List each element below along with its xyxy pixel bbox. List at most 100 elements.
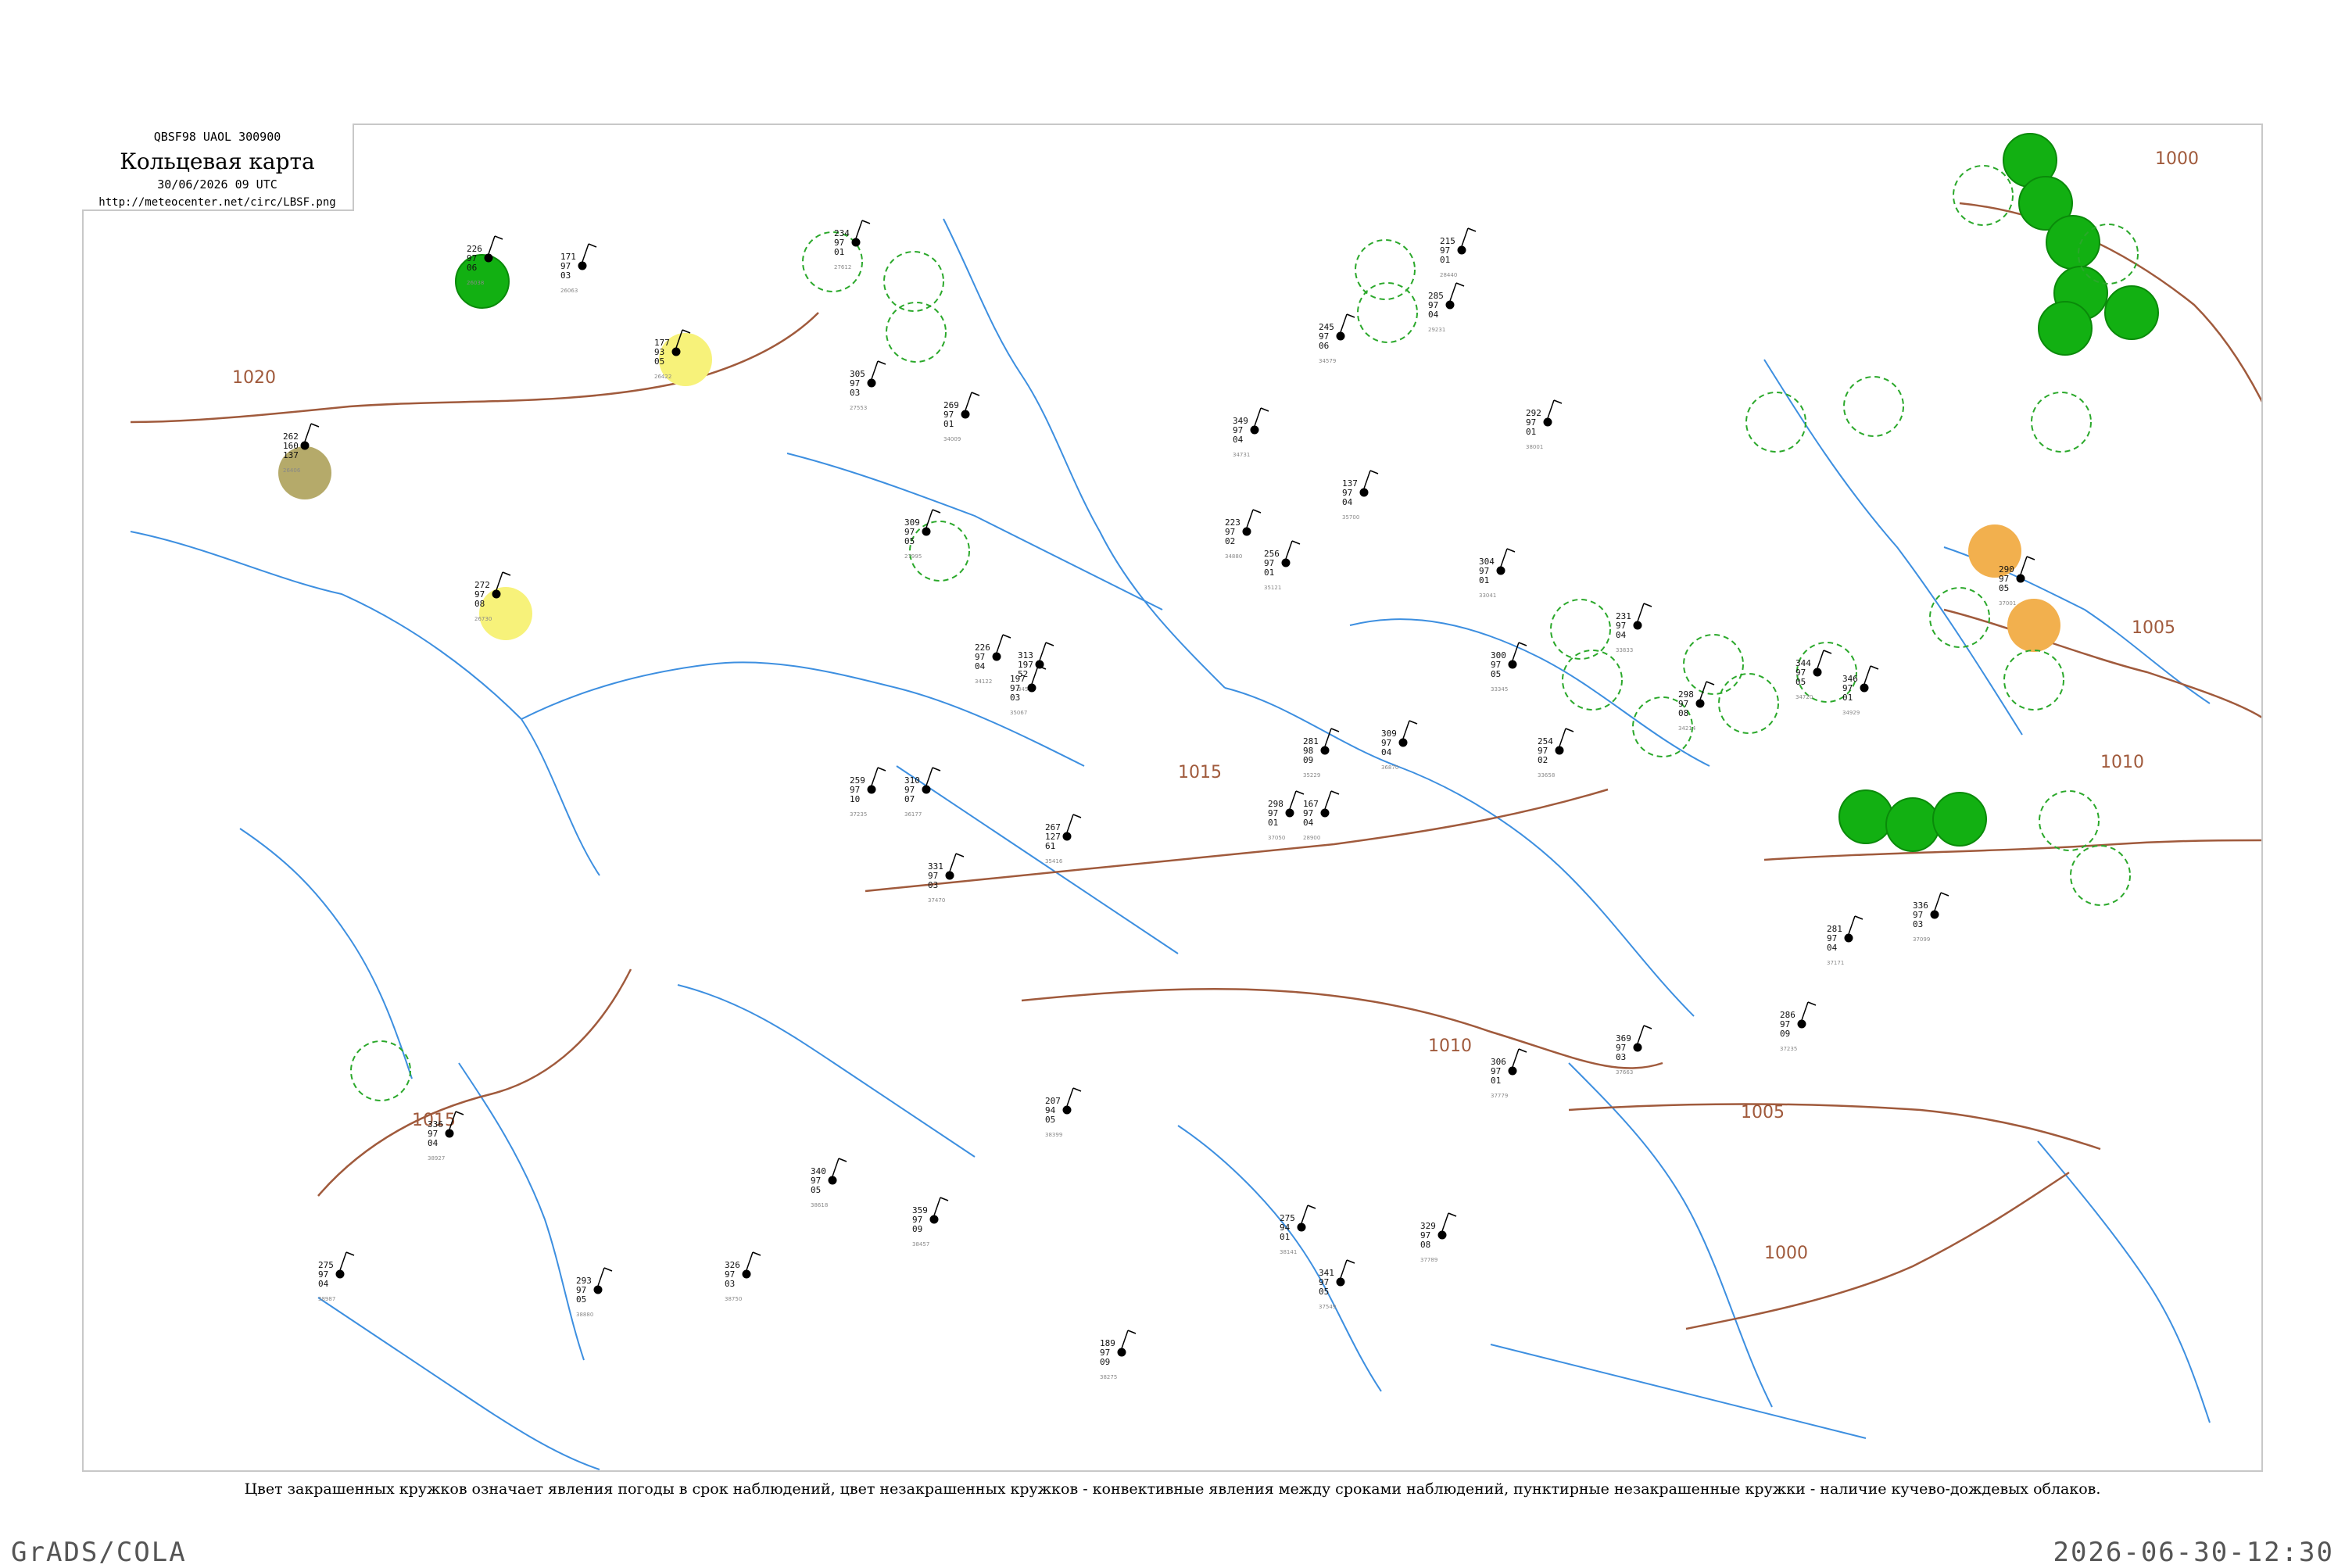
isobar-line [1568, 1103, 2101, 1151]
station-cloud-cover-icon [1336, 1277, 1345, 1287]
station-cloud-cover-icon [1281, 558, 1291, 567]
cb-circle [350, 1040, 411, 1101]
station-index: 36177 [904, 811, 922, 818]
wind-barb-feather [932, 767, 941, 771]
station-cloud-cover-icon [335, 1269, 345, 1279]
wind-barb-feather [1330, 728, 1340, 732]
synoptic-map[interactable]: 1000 1005 1010 1015 1020 1015 1010 1005 … [84, 125, 2263, 1472]
isobar-line [1685, 1171, 2070, 1330]
station-plot: 2671276135416 [1045, 814, 1082, 865]
station-cloud-cover-icon [922, 785, 931, 794]
station-cloud-cover-icon [578, 261, 587, 270]
station-value: 07 [904, 794, 915, 804]
station-index: 38927 [428, 1155, 445, 1162]
station-index: 37235 [850, 811, 867, 818]
wind-barb-icon [1301, 1205, 1309, 1224]
wind-barb-feather [1506, 548, 1516, 553]
river [943, 218, 1226, 689]
wind-barb-feather [1295, 790, 1305, 795]
wind-barb-icon [1324, 790, 1332, 810]
legend-note: Цвет закрашенных кружков означает явлени… [244, 1480, 2101, 1498]
wind-barb-feather [1307, 1205, 1316, 1209]
wind-barb-feather [345, 1251, 355, 1256]
river [786, 453, 1163, 610]
wind-barb-feather [932, 509, 941, 514]
station-index: 35416 [1045, 858, 1063, 865]
cb-circle [1683, 634, 1744, 695]
wind-barb-icon [1340, 1259, 1348, 1279]
wind-barb-icon [1039, 642, 1047, 661]
station-index: 29231 [1428, 327, 1445, 333]
station-cloud-cover-icon [1445, 300, 1455, 310]
station-value: 05 [1795, 677, 1806, 687]
station-index: 26038 [467, 280, 484, 286]
wind-barb-feather [455, 1111, 464, 1115]
station-cloud-cover-icon [1062, 832, 1072, 841]
station-value: 08 [1678, 708, 1688, 718]
wind-barb-icon [1449, 282, 1457, 302]
isobar-label: 1000 [2155, 149, 2199, 169]
wind-barb-icon [2020, 556, 2028, 575]
wind-barb-icon [996, 634, 1004, 653]
river [458, 1062, 585, 1361]
wind-barb-feather [1518, 1048, 1527, 1053]
wind-barb-icon [1547, 399, 1555, 419]
station-cloud-cover-icon [671, 347, 681, 356]
station-value: 05 [811, 1185, 821, 1195]
station-index: 27995 [904, 553, 922, 560]
station-plot: 231970433833 [1616, 603, 1652, 653]
wind-barb-feather [1291, 540, 1301, 545]
station-index: 34214 [1678, 725, 1696, 732]
station-plot: 207940538399 [1045, 1087, 1082, 1138]
wind-barb-icon [832, 1158, 840, 1177]
station-cloud-cover-icon [1555, 746, 1564, 755]
station-cloud-cover-icon [992, 652, 1001, 661]
station-cloud-cover-icon [1437, 1230, 1447, 1240]
wind-barb-feather [1565, 728, 1574, 732]
cb-circle [2039, 790, 2100, 851]
station-cloud-cover-icon [828, 1176, 837, 1185]
wind-barb-feather [1260, 407, 1269, 412]
station-plot: 167970428900 [1303, 790, 1340, 841]
station-index: 37470 [928, 897, 945, 904]
station-plot: 304970133041 [1479, 548, 1516, 599]
station-index: 34122 [975, 678, 992, 685]
wind-barb-icon [1934, 892, 1942, 911]
map-frame[interactable]: 1000 1005 1010 1015 1020 1015 1010 1005 … [82, 124, 2263, 1472]
station-index: 37789 [1420, 1257, 1437, 1263]
wind-barb-feather [1467, 227, 1477, 232]
source-url[interactable]: http://meteocenter.net/circ/LBSF.png [82, 196, 353, 209]
wind-barb-icon [1066, 814, 1074, 833]
station-value: 08 [474, 599, 485, 609]
station-plot: 3131975234560 [1018, 642, 1054, 693]
wind-barb-icon [1285, 540, 1293, 560]
station-plot: 256970135121 [1264, 540, 1301, 591]
station-value: 05 [904, 536, 915, 546]
station-plot: 298970137050 [1268, 790, 1305, 841]
cb-circle [909, 521, 970, 582]
wind-barb-icon [304, 423, 312, 442]
cb-circle [886, 302, 947, 363]
river [677, 984, 976, 1158]
station-index: 26730 [474, 616, 492, 622]
station-value: 04 [1827, 943, 1838, 953]
wind-barb-feather [310, 423, 320, 428]
wind-barb-feather [2026, 556, 2035, 560]
station-plot: 215970128440 [1440, 227, 1477, 278]
wind-barb-feather [1553, 399, 1563, 404]
station-index: 37549 [1319, 1304, 1336, 1310]
station-index: 28440 [1440, 272, 1457, 278]
wind-barb-icon [855, 220, 863, 239]
station-cloud-cover-icon [1027, 683, 1036, 693]
station-cloud-cover-icon [2016, 574, 2025, 583]
cb-circle [1562, 650, 1623, 711]
station-cloud-cover-icon [300, 441, 310, 450]
stations-layer: 2269706260381719703260631779305264222621… [283, 220, 2035, 1380]
station-plot: 359970938457 [912, 1197, 949, 1248]
wind-barb-feather [1252, 509, 1262, 514]
isobar-labels: 1000 1005 1010 1015 1020 1015 1010 1005 … [232, 149, 2199, 1263]
wind-barb-feather [1002, 634, 1011, 639]
wind-barb-feather [1807, 1001, 1817, 1006]
river [521, 661, 1085, 767]
station-plot: 286970937235 [1780, 1001, 1817, 1052]
